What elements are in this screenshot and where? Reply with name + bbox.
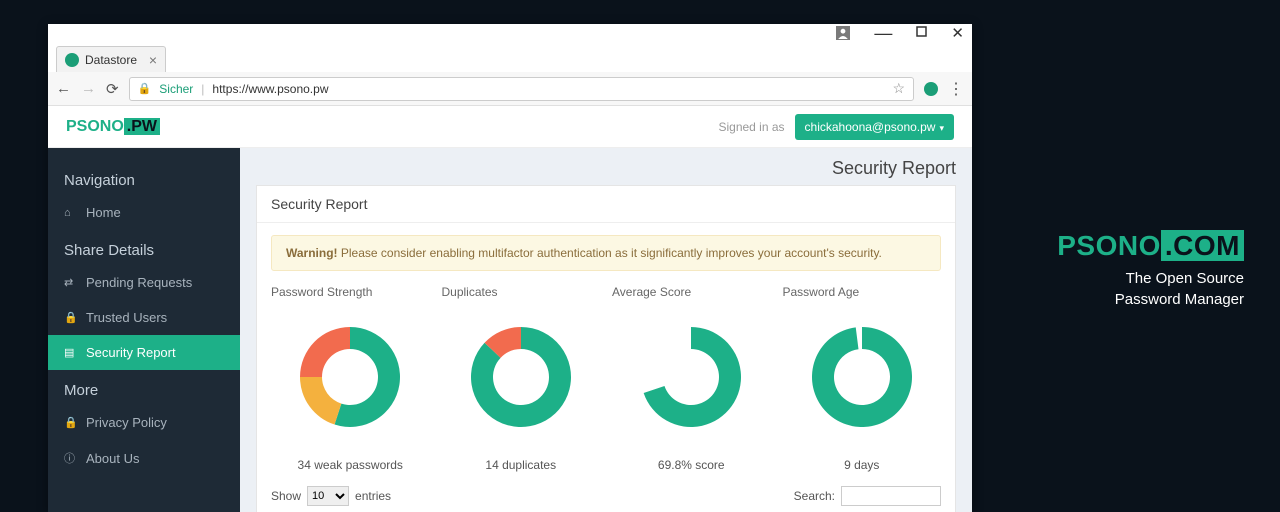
app-header: PSONO.PW Signed in as chickahoona@psono.… [48, 106, 972, 148]
main-area: Security Report Security Report Warning!… [240, 148, 972, 512]
app-logo[interactable]: PSONO.PW [66, 118, 160, 136]
sidebar-heading-navigation: Navigation [48, 166, 240, 195]
sidebar-item-trusted-users[interactable]: 🔒Trusted Users [48, 300, 240, 335]
browser-url-bar: ← → ⟳ 🔒 Sicher | https://www.psono.pw ☆ … [48, 72, 972, 106]
chart-password-strength: Password Strength 34 weak passwords [271, 285, 430, 472]
minimize-icon[interactable]: — [874, 23, 892, 44]
back-icon[interactable]: ← [56, 80, 71, 97]
warning-alert: Warning! Please consider enabling multif… [271, 235, 941, 271]
chrome-window: — ✕ Datastore × ← → ⟳ 🔒 Sicher | https:/… [48, 24, 972, 512]
panel-heading: Security Report [257, 186, 955, 223]
panel-body: Warning! Please consider enabling multif… [257, 223, 955, 512]
donut-chart [792, 307, 932, 447]
user-icon[interactable] [836, 26, 850, 40]
charts-row: Password Strength 34 weak passwords Duplic… [271, 285, 941, 472]
secure-label: Sicher [159, 82, 193, 96]
sidebar-item-privacy[interactable]: 🔒Privacy Policy [48, 405, 240, 440]
entries-select[interactable]: 10 [307, 486, 349, 506]
sidebar-item-about[interactable]: ⓘAbout Us [48, 440, 240, 476]
promo-tagline: The Open SourcePassword Manager [1057, 268, 1244, 310]
sidebar-item-pending-requests[interactable]: ⇄Pending Requests [48, 265, 240, 300]
chart-title: Duplicates [442, 285, 601, 299]
promo-logo: PSONO.COM [1057, 230, 1244, 262]
share-icon: ⇄ [64, 276, 76, 289]
home-icon: ⌂ [64, 207, 76, 219]
chart-caption: 34 weak passwords [271, 458, 430, 472]
signed-in-label: Signed in as [718, 120, 784, 134]
lock-icon: 🔒 [64, 416, 76, 429]
browser-tab-strip: Datastore × [48, 42, 972, 72]
app-content: Navigation ⌂Home Share Details ⇄Pending … [48, 148, 972, 512]
info-icon: ⓘ [64, 450, 76, 466]
chevron-down-icon: ▾ [939, 123, 944, 133]
entries-label: entries [355, 489, 391, 503]
chart-caption: 9 days [783, 458, 942, 472]
reload-icon[interactable]: ⟳ [106, 80, 119, 98]
url-text: https://www.psono.pw [212, 82, 328, 96]
promo-block: PSONO.COM The Open SourcePassword Manage… [1057, 230, 1244, 310]
donut-chart [280, 307, 420, 447]
show-label: Show [271, 489, 301, 503]
extension-icon[interactable] [924, 82, 938, 96]
donut-chart [451, 307, 591, 447]
address-bar[interactable]: 🔒 Sicher | https://www.psono.pw ☆ [129, 77, 914, 101]
security-report-panel: Security Report Warning! Please consider… [256, 185, 956, 512]
browser-menu-icon[interactable]: ⋮ [948, 79, 964, 99]
chart-title: Password Strength [271, 285, 430, 299]
chart-title: Password Age [783, 285, 942, 299]
close-icon[interactable]: ✕ [951, 24, 964, 42]
chart-duplicates: Duplicates 14 duplicates [442, 285, 601, 472]
search-label: Search: [794, 489, 835, 503]
chart-caption: 69.8% score [612, 458, 771, 472]
chart-password-age: Password Age 9 days [783, 285, 942, 472]
maximize-icon[interactable] [916, 24, 927, 42]
sidebar-item-home[interactable]: ⌂Home [48, 195, 240, 230]
page-title: Security Report [256, 158, 956, 179]
sidebar-heading-share: Share Details [48, 236, 240, 265]
browser-tab[interactable]: Datastore × [56, 46, 166, 72]
sidebar-heading-more: More [48, 376, 240, 405]
lock-icon: 🔒 [138, 82, 152, 95]
file-icon: ▤ [64, 346, 76, 359]
tab-title: Datastore [85, 53, 137, 67]
chart-caption: 14 duplicates [442, 458, 601, 472]
sidebar: Navigation ⌂Home Share Details ⇄Pending … [48, 148, 240, 512]
sidebar-item-security-report[interactable]: ▤Security Report [48, 335, 240, 370]
window-titlebar: — ✕ [48, 24, 972, 42]
chart-title: Average Score [612, 285, 771, 299]
user-menu-button[interactable]: chickahoona@psono.pw▾ [795, 114, 954, 140]
bookmark-star-icon[interactable]: ☆ [892, 80, 905, 97]
tab-close-icon[interactable]: × [149, 52, 157, 68]
forward-icon[interactable]: → [81, 80, 96, 97]
table-controls: Show 10 entries Search: [271, 486, 941, 506]
lock-icon: 🔒 [64, 311, 76, 324]
donut-chart [621, 307, 761, 447]
favicon-icon [65, 53, 79, 67]
search-input[interactable] [841, 486, 941, 506]
chart-average-score: Average Score 69.8% score [612, 285, 771, 472]
